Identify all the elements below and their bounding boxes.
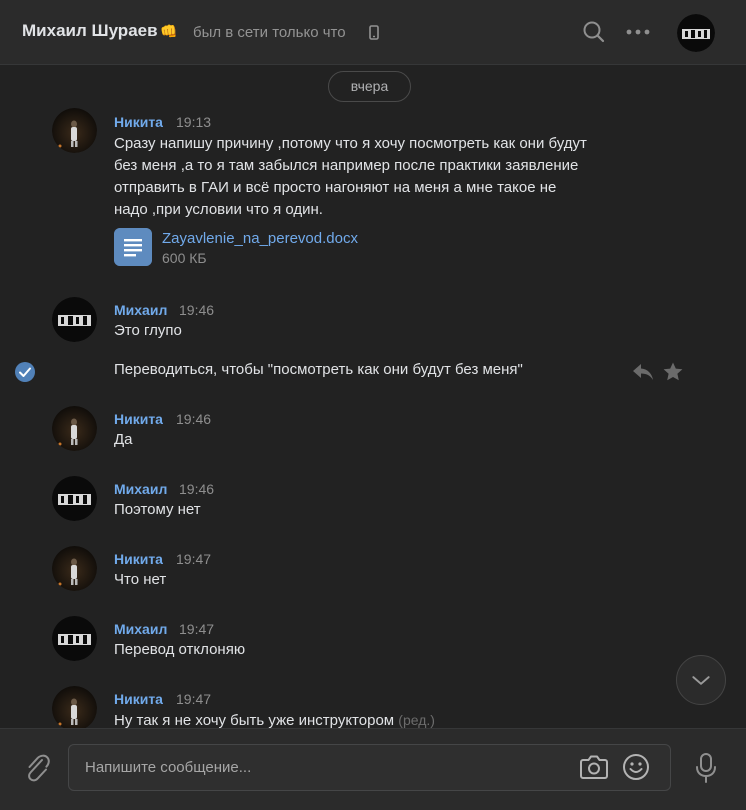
message-time[interactable]: 19:46 xyxy=(176,411,211,427)
message-author[interactable]: Никита xyxy=(114,551,163,567)
message-author[interactable]: Михаил xyxy=(114,302,167,318)
search-icon[interactable] xyxy=(580,18,608,46)
more-icon[interactable] xyxy=(624,18,652,46)
message-author[interactable]: Михаил xyxy=(114,621,167,637)
message-author[interactable]: Никита xyxy=(114,411,163,427)
fist-emoji-icon: 👊 xyxy=(160,23,178,39)
message-time[interactable]: 19:47 xyxy=(176,551,211,567)
message-text-line: без меня ,а то я там забылся например по… xyxy=(114,157,579,174)
header-avatar[interactable] xyxy=(677,14,715,52)
chevron-down-icon xyxy=(692,676,710,685)
paperclip-icon[interactable] xyxy=(20,751,50,785)
message-text-line: Сразу напишу причину ,потому что я хочу … xyxy=(114,135,587,152)
message-text: Переводиться, чтобы "посмотреть как они … xyxy=(114,361,523,378)
avatar-mikhail[interactable] xyxy=(52,297,97,342)
date-divider[interactable]: вчера xyxy=(328,71,411,102)
document-icon[interactable] xyxy=(114,228,152,266)
message-text-line: надо ,при условии что я один. xyxy=(114,201,323,218)
star-icon[interactable] xyxy=(662,361,684,383)
message-feed[interactable]: вчера Никита 19:13 Сразу напишу причину … xyxy=(0,66,746,728)
message-text: Перевод отклоняю xyxy=(114,641,246,658)
message-time[interactable]: 19:46 xyxy=(179,302,214,318)
message-time[interactable]: 19:13 xyxy=(176,114,211,130)
message-text: Это глупо xyxy=(114,322,182,339)
camera-icon[interactable] xyxy=(579,753,609,781)
avatar-nikita[interactable] xyxy=(52,108,97,153)
avatar-nikita[interactable] xyxy=(52,406,97,451)
chat-header: Михаил Шураев 👊 был в сети только что xyxy=(0,0,746,65)
avatar-nikita[interactable] xyxy=(52,546,97,591)
emoji-icon[interactable] xyxy=(622,753,650,781)
message-time[interactable]: 19:47 xyxy=(179,621,214,637)
selected-check-icon[interactable] xyxy=(14,361,36,383)
message-time[interactable]: 19:46 xyxy=(179,481,214,497)
avatar-mikhail[interactable] xyxy=(52,616,97,661)
scroll-down-button[interactable] xyxy=(676,655,726,705)
attachment-name[interactable]: Zayavlenie_na_perevod.docx xyxy=(162,230,358,247)
avatar-mikhail[interactable] xyxy=(52,476,97,521)
phone-icon xyxy=(369,25,379,40)
mic-icon[interactable] xyxy=(692,751,720,785)
message-author[interactable]: Никита xyxy=(114,114,163,130)
message-text: Ну так я не хочу быть уже инструктором (… xyxy=(114,709,435,728)
message-text: Да xyxy=(114,431,133,448)
avatar-nikita[interactable] xyxy=(52,686,97,728)
reply-icon[interactable] xyxy=(632,362,654,382)
composer xyxy=(0,728,746,810)
message-text-line: отправить в ГАИ и всё просто нагоняют на… xyxy=(114,179,557,196)
attachment-size: 600 КБ xyxy=(162,250,207,266)
message-text-body: Ну так я не хочу быть уже инструктором xyxy=(114,712,395,728)
message-text: Поэтому нет xyxy=(114,501,201,518)
edited-label: (ред.) xyxy=(398,712,435,728)
message-time[interactable]: 19:47 xyxy=(176,691,211,707)
message-author[interactable]: Никита xyxy=(114,691,163,707)
chat-title[interactable]: Михаил Шураев xyxy=(22,21,158,41)
message-text: Что нет xyxy=(114,571,167,588)
online-status: был в сети только что xyxy=(193,24,346,41)
message-author[interactable]: Михаил xyxy=(114,481,167,497)
